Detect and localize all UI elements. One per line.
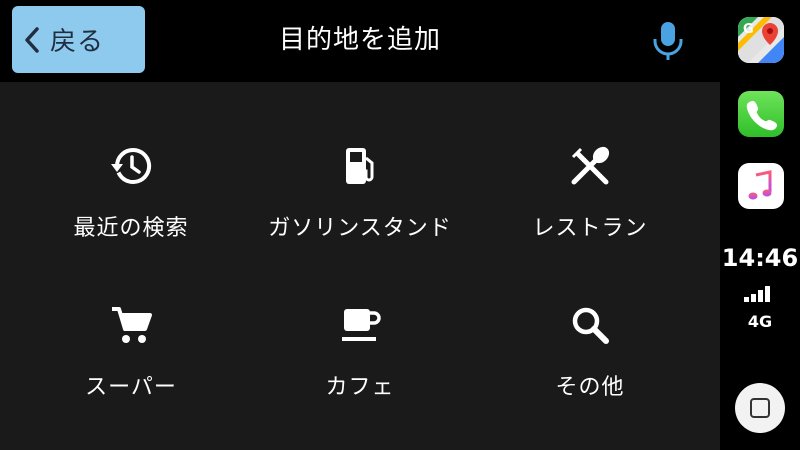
music-note-icon (748, 170, 772, 200)
page-title: 目的地を追加 (278, 25, 441, 55)
network-type: 4G (747, 312, 773, 331)
back-button[interactable]: 戻る (12, 6, 145, 73)
home-square-icon (750, 398, 770, 418)
clock: 14:46 (721, 244, 799, 272)
category-other[interactable]: その他 (480, 303, 700, 443)
category-supermarket[interactable]: スーパー (21, 303, 241, 443)
search-icon (572, 307, 609, 344)
google-maps-icon-graphic: G (738, 17, 784, 63)
shopping-cart-icon (112, 307, 152, 343)
category-recent-searches[interactable]: 最近の検索 (21, 144, 241, 284)
carplay-sidebar: G 14:46 4G (720, 0, 800, 450)
restaurant-icon (571, 146, 610, 185)
signal-strength-icon (744, 286, 770, 302)
main-panel: 戻る 目的地を追加 最近の検索 ガソリンスタンド レストラン スーパー カフェ … (0, 0, 720, 450)
category-label: スーパー (85, 375, 177, 400)
category-label: その他 (555, 375, 625, 400)
history-icon (111, 147, 152, 184)
category-label: レストラン (532, 216, 648, 241)
back-button-label: 戻る (50, 27, 105, 57)
category-label: 最近の検索 (73, 216, 189, 241)
category-restaurant[interactable]: レストラン (480, 144, 700, 284)
svg-text:G: G (743, 22, 754, 37)
category-label: カフェ (325, 375, 395, 400)
home-button[interactable] (735, 383, 785, 433)
category-gas-station[interactable]: ガソリンスタンド (250, 144, 470, 284)
gas-station-icon (346, 148, 374, 184)
category-label: ガソリンスタンド (268, 216, 452, 241)
google-maps-icon[interactable]: G (738, 17, 784, 63)
header-bar: 戻る 目的地を追加 (0, 0, 720, 82)
phone-handset-icon (746, 100, 778, 131)
phone-icon[interactable] (738, 91, 784, 137)
coffee-cup-icon (342, 309, 381, 341)
category-cafe[interactable]: カフェ (250, 303, 470, 443)
microphone-icon[interactable] (650, 20, 686, 62)
chevron-left-icon (25, 26, 39, 53)
music-icon[interactable] (738, 163, 784, 209)
